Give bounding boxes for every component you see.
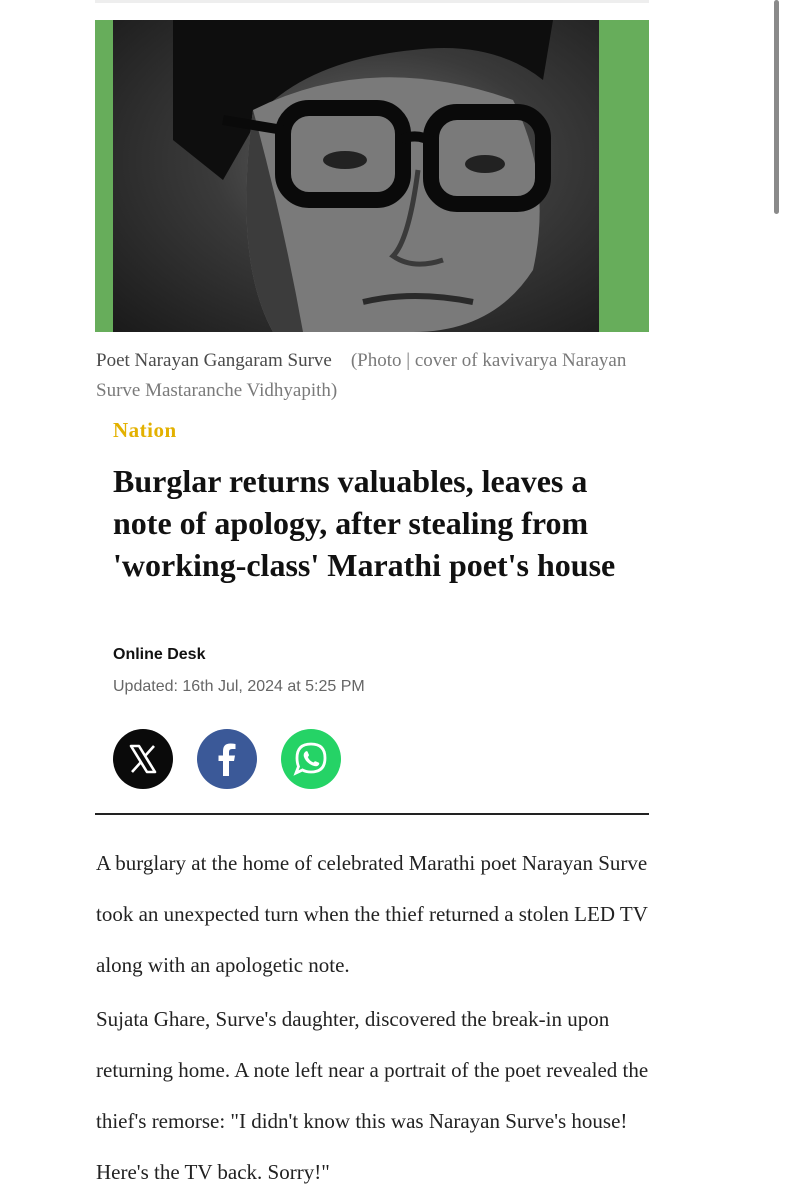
whatsapp-icon [293, 742, 327, 776]
top-edge [95, 0, 649, 3]
category-label[interactable]: Nation [113, 418, 177, 443]
article-paragraph: A burglary at the home of celebrated Mar… [96, 851, 648, 977]
author-name[interactable]: Online Desk [113, 646, 205, 664]
portrait-illustration [173, 20, 553, 332]
article-photo [95, 20, 649, 332]
poet-portrait [113, 20, 599, 332]
facebook-icon [218, 743, 236, 776]
scrollbar-thumb[interactable] [774, 0, 779, 214]
share-whatsapp-button[interactable] [281, 729, 341, 789]
updated-timestamp: Updated: 16th Jul, 2024 at 5:25 PM [113, 678, 365, 695]
article-headline: Burglar returns valuables, leaves a note… [113, 463, 616, 583]
share-facebook-button[interactable] [197, 729, 257, 789]
photo-caption: Poet Narayan Gangaram Surve (Photo | cov… [96, 346, 656, 406]
section-divider [95, 813, 649, 815]
article-paragraph: Sujata Ghare, Surve's daughter, discover… [96, 1007, 649, 1184]
x-icon [129, 744, 157, 774]
caption-subject: Poet Narayan Gangaram Surve [96, 350, 332, 371]
share-x-button[interactable] [113, 729, 173, 789]
